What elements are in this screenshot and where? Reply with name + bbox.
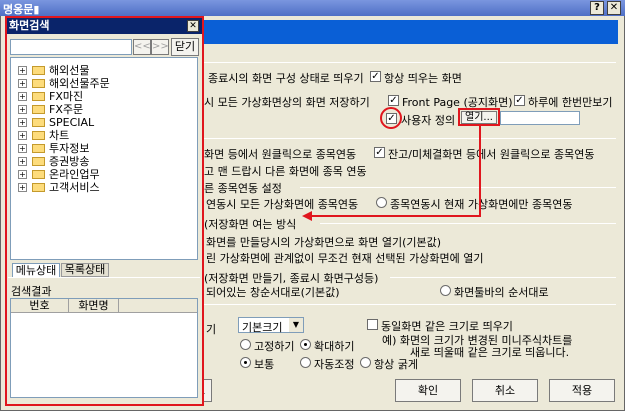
tab-list-state[interactable]: 목록상태 <box>61 263 109 277</box>
menu-tree[interactable]: + 해외선물 + 해외선물주문 + FX마진 + FX주문 + SPECIAL + 차트 +… <box>10 57 198 260</box>
header-band <box>203 20 618 44</box>
prev-result-button[interactable]: << <box>133 39 151 55</box>
link-setting-title: 른 종목연동 설정 <box>204 182 282 195</box>
chevron-down-icon[interactable]: ▼ <box>289 318 303 332</box>
divider <box>8 277 200 278</box>
expand-icon[interactable]: + <box>18 79 27 88</box>
folder-icon <box>32 79 45 88</box>
expand-icon[interactable]: + <box>18 183 27 192</box>
divider <box>204 304 616 305</box>
tree-item-label: 증권방송 <box>49 155 90 168</box>
open-option-1: 화면를 만들당시의 가상화면으로 화면 열기(기본값) <box>206 236 442 249</box>
tree-item-label: SPECIAL <box>49 116 95 129</box>
auto-radio[interactable] <box>300 357 311 368</box>
help-button[interactable]: ? <box>590 1 604 15</box>
save-all-label: 시 모든 가상화면상의 화면 저장하기 <box>204 96 370 109</box>
folder-icon <box>32 118 45 127</box>
tree-item-label: 해외선물주문 <box>49 77 110 90</box>
size-label: 기 <box>206 323 217 336</box>
column-header-number[interactable]: 번호 <box>11 299 69 313</box>
tree-item-label: 차트 <box>49 129 70 142</box>
tree-item-label: 고객서비스 <box>49 181 100 194</box>
tree-item[interactable]: + FX주문 <box>11 103 197 116</box>
folder-icon <box>32 183 45 192</box>
tree-item[interactable]: + 온라인업무 <box>11 168 197 181</box>
tree-item[interactable]: + 고객서비스 <box>11 181 197 194</box>
open-button[interactable]: 열기... <box>461 111 497 124</box>
tree-item[interactable]: + 차트 <box>11 129 197 142</box>
search-panel-close-icon[interactable]: ✕ <box>187 20 199 32</box>
folder-icon <box>32 157 45 166</box>
expand-icon[interactable]: + <box>18 66 27 75</box>
normal-radio[interactable] <box>240 357 251 368</box>
tree-item-label: 온라인업무 <box>49 168 100 181</box>
user-defined-checkbox[interactable]: ✓ <box>386 113 397 124</box>
front-page-checkbox[interactable]: ✓ <box>388 95 399 106</box>
folder-icon <box>32 66 45 75</box>
expand-icon[interactable]: + <box>18 157 27 166</box>
ok-button[interactable]: 확인 <box>395 379 461 402</box>
search-close-button[interactable]: 닫기 <box>171 38 199 56</box>
tree-item[interactable]: + 해외선물 <box>11 64 197 77</box>
tree-item-label: 해외선물 <box>49 64 90 77</box>
annotation-arrow <box>302 125 481 221</box>
once-a-day-checkbox[interactable]: ✓ <box>514 95 525 106</box>
tree-item-label: 투자정보 <box>49 142 90 155</box>
cancel-button[interactable]: 취소 <box>472 379 538 402</box>
expand-icon[interactable]: + <box>18 92 27 101</box>
folder-icon <box>32 92 45 101</box>
same-size-desc-2: 새로 띄울때 같은 크기로 띄웁니다. <box>410 346 570 359</box>
next-result-button[interactable]: >> <box>151 39 169 55</box>
divider <box>390 277 616 278</box>
tab-menu-state[interactable]: 메뉴상태 <box>12 263 60 277</box>
open-option-2: 린 가상화면에 관계없이 무조건 현재 선택된 가상화면에 열기 <box>206 252 484 265</box>
tree-item[interactable]: + 증권방송 <box>11 155 197 168</box>
search-results-label: 검색결과 <box>11 285 52 298</box>
window-title: 명옹문▮ <box>3 3 40 16</box>
folder-icon <box>32 105 45 114</box>
tree-item-label: FX마진 <box>49 90 84 103</box>
tree-item-label: FX주문 <box>49 103 84 116</box>
expand-icon[interactable]: + <box>18 105 27 114</box>
column-header-filler <box>119 299 197 313</box>
arrange-option-2: 화면툴바의 순서대로 <box>454 286 549 299</box>
expand-icon[interactable]: + <box>18 144 27 153</box>
apply-button[interactable]: 적용 <box>549 379 615 402</box>
search-panel-title: 화면검색 <box>7 18 202 34</box>
search-input[interactable] <box>10 39 132 55</box>
always-show-label: 항상 띄우는 화면 <box>384 72 462 85</box>
search-results-table[interactable]: 번호 화면명 <box>10 298 198 398</box>
expand-icon[interactable]: + <box>18 131 27 140</box>
fixed-label: 고정하기 <box>254 340 295 353</box>
once-a-day-label: 하루에 한번만보기 <box>528 96 613 109</box>
expand-radio[interactable] <box>300 339 311 350</box>
same-size-checkbox[interactable] <box>367 319 378 330</box>
window-close-button[interactable]: ✕ <box>607 1 621 15</box>
size-select[interactable]: 기본크기 ▼ <box>238 317 304 334</box>
arrange-toolbar-radio[interactable] <box>440 285 451 296</box>
size-select-value: 기본크기 <box>242 321 283 334</box>
tree-item[interactable]: + 투자정보 <box>11 142 197 155</box>
title-bar: 명옹문▮ ? ✕ <box>0 0 625 16</box>
user-defined-path-input[interactable] <box>500 111 580 125</box>
expand-icon[interactable]: + <box>18 118 27 127</box>
tree-item[interactable]: + FX마진 <box>11 90 197 103</box>
column-header-screen-name[interactable]: 화면명 <box>69 299 119 313</box>
expand-label: 확대하기 <box>314 340 355 353</box>
folder-icon <box>32 144 45 153</box>
fixed-radio[interactable] <box>240 339 251 350</box>
always-show-checkbox[interactable]: ✓ <box>370 71 381 82</box>
tree-item[interactable]: + SPECIAL <box>11 116 197 129</box>
restore-layout-label: 종료시의 화면 구성 상태로 띄우기 <box>208 72 364 85</box>
expand-icon[interactable]: + <box>18 170 27 179</box>
auto-label: 자동조정 <box>314 358 355 371</box>
open-method-title: (저장화면 여는 방식 <box>204 218 297 231</box>
divider <box>204 62 616 63</box>
folder-icon <box>32 170 45 179</box>
always-bold-radio[interactable] <box>360 357 371 368</box>
folder-icon <box>32 131 45 140</box>
normal-label: 보통 <box>254 358 275 371</box>
tree-item[interactable]: + 해외선물주문 <box>11 77 197 90</box>
arrange-option-1: 되어있는 창순서대로(기본값) <box>206 286 340 299</box>
